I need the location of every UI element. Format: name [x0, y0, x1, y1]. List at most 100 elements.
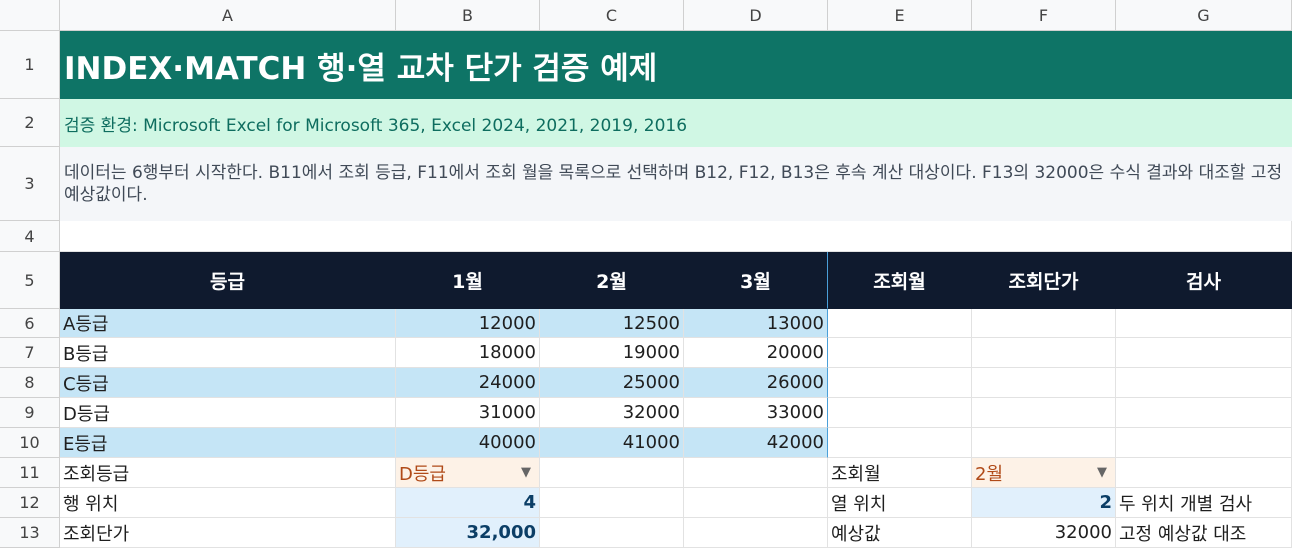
select-all-corner[interactable] [0, 0, 60, 31]
lookup-month-dropdown[interactable]: 2월 ▼ [972, 458, 1116, 488]
price-cell[interactable]: 41000 [540, 428, 684, 458]
page-title[interactable]: INDEX·MATCH 행·열 교차 단가 검증 예제 [60, 31, 1292, 99]
column-header-g[interactable]: G [1116, 0, 1292, 31]
grade-cell[interactable]: A등급 [60, 309, 396, 338]
lookup-grade-label[interactable]: 조회등급 [60, 458, 396, 488]
expected-value-label[interactable]: 예상값 [828, 518, 972, 548]
price-cell[interactable]: 20000 [684, 338, 828, 368]
row-3: 3 데이터는 6행부터 시작한다. B11에서 조회 등급, F11에서 조회 … [0, 147, 1292, 221]
price-cell[interactable]: 19000 [540, 338, 684, 368]
grade-cell[interactable]: E등급 [60, 428, 396, 458]
price-cell[interactable]: 32000 [540, 398, 684, 428]
row-header-5[interactable]: 5 [0, 252, 60, 309]
lookup-price-label[interactable]: 조회단가 [60, 518, 396, 548]
row-4: 4 [0, 221, 1292, 252]
expected-check-note[interactable]: 고정 예상값 대조 [1116, 518, 1292, 548]
empty-cell[interactable] [1116, 368, 1292, 398]
column-position-label[interactable]: 열 위치 [828, 488, 972, 518]
empty-cell[interactable] [828, 338, 972, 368]
price-cell[interactable]: 12500 [540, 309, 684, 338]
row-header-13[interactable]: 13 [0, 518, 60, 548]
column-header-a[interactable]: A [60, 0, 396, 31]
row-2: 2 검증 환경: Microsoft Excel for Microsoft 3… [0, 99, 1292, 147]
expected-value[interactable]: 32000 [972, 518, 1116, 548]
lookup-month-value: 2월 [975, 463, 1004, 485]
empty-cell[interactable] [828, 398, 972, 428]
price-cell[interactable]: 33000 [684, 398, 828, 428]
column-header-c[interactable]: C [540, 0, 684, 31]
row-header-8[interactable]: 8 [0, 368, 60, 398]
row-header-3[interactable]: 3 [0, 147, 60, 221]
row-position-label[interactable]: 행 위치 [60, 488, 396, 518]
column-header-e[interactable]: E [828, 0, 972, 31]
description-text[interactable]: 데이터는 6행부터 시작한다. B11에서 조회 등급, F11에서 조회 월을… [60, 147, 1292, 221]
header-grade[interactable]: 등급 [60, 252, 396, 309]
header-check[interactable]: 검사 [1116, 252, 1292, 309]
row-header-11[interactable]: 11 [0, 458, 60, 488]
row-1: 1 INDEX·MATCH 행·열 교차 단가 검증 예제 [0, 31, 1292, 99]
empty-cell[interactable] [684, 458, 828, 488]
empty-cell[interactable] [684, 488, 828, 518]
column-header-d[interactable]: D [684, 0, 828, 31]
price-cell[interactable]: 42000 [684, 428, 828, 458]
header-lookup-month[interactable]: 조회월 [828, 252, 972, 309]
empty-cell[interactable] [1116, 398, 1292, 428]
price-cell[interactable]: 13000 [684, 309, 828, 338]
empty-cell[interactable] [60, 221, 1292, 252]
column-header-f[interactable]: F [972, 0, 1116, 31]
lookup-grade-value: D등급 [399, 463, 446, 485]
row-header-7[interactable]: 7 [0, 338, 60, 368]
empty-cell[interactable] [972, 309, 1116, 338]
empty-cell[interactable] [1116, 458, 1292, 488]
row-5: 5 등급 1월 2월 3월 조회월 조회단가 검사 [0, 252, 1292, 309]
dropdown-arrow-icon[interactable]: ▼ [521, 465, 531, 480]
price-cell[interactable]: 24000 [396, 368, 540, 398]
row-header-4[interactable]: 4 [0, 221, 60, 252]
price-cell[interactable]: 18000 [396, 338, 540, 368]
price-cell[interactable]: 40000 [396, 428, 540, 458]
column-position-value[interactable]: 2 [972, 488, 1116, 518]
row-position-value[interactable]: 4 [396, 488, 540, 518]
row-11: 11 조회등급 D등급 ▼ 조회월 2월 ▼ [0, 458, 1292, 488]
row-header-1[interactable]: 1 [0, 31, 60, 99]
dropdown-arrow-icon[interactable]: ▼ [1097, 465, 1107, 480]
empty-cell[interactable] [972, 368, 1116, 398]
price-cell[interactable]: 26000 [684, 368, 828, 398]
environment-note[interactable]: 검증 환경: Microsoft Excel for Microsoft 365… [60, 99, 1292, 147]
column-header-b[interactable]: B [396, 0, 540, 31]
empty-cell[interactable] [1116, 338, 1292, 368]
price-cell[interactable]: 12000 [396, 309, 540, 338]
row-header-2[interactable]: 2 [0, 99, 60, 147]
empty-cell[interactable] [972, 338, 1116, 368]
empty-cell[interactable] [1116, 428, 1292, 458]
empty-cell[interactable] [540, 488, 684, 518]
row-header-10[interactable]: 10 [0, 428, 60, 458]
lookup-price-value[interactable]: 32,000 [396, 518, 540, 548]
header-month-2[interactable]: 2월 [540, 252, 684, 309]
empty-cell[interactable] [828, 368, 972, 398]
empty-cell[interactable] [1116, 309, 1292, 338]
row-header-6[interactable]: 6 [0, 309, 60, 338]
empty-cell[interactable] [684, 518, 828, 548]
header-lookup-price[interactable]: 조회단가 [972, 252, 1116, 309]
price-cell[interactable]: 31000 [396, 398, 540, 428]
empty-cell[interactable] [972, 428, 1116, 458]
lookup-grade-dropdown[interactable]: D등급 ▼ [396, 458, 540, 488]
empty-cell[interactable] [828, 428, 972, 458]
row-header-9[interactable]: 9 [0, 398, 60, 428]
row-header-12[interactable]: 12 [0, 488, 60, 518]
grade-cell[interactable]: D등급 [60, 398, 396, 428]
empty-cell[interactable] [540, 458, 684, 488]
header-month-3[interactable]: 3월 [684, 252, 828, 309]
empty-cell[interactable] [972, 398, 1116, 428]
empty-cell[interactable] [828, 309, 972, 338]
grade-cell[interactable]: B등급 [60, 338, 396, 368]
empty-cell[interactable] [540, 518, 684, 548]
lookup-month-label[interactable]: 조회월 [828, 458, 972, 488]
grade-cell[interactable]: C등급 [60, 368, 396, 398]
position-check-note[interactable]: 두 위치 개별 검사 [1116, 488, 1292, 518]
table-row: 10 E등급 40000 41000 42000 [0, 428, 1292, 458]
header-month-1[interactable]: 1월 [396, 252, 540, 309]
price-cell[interactable]: 25000 [540, 368, 684, 398]
spreadsheet: A B C D E F G 1 INDEX·MATCH 행·열 교차 단가 검증… [0, 0, 1292, 548]
